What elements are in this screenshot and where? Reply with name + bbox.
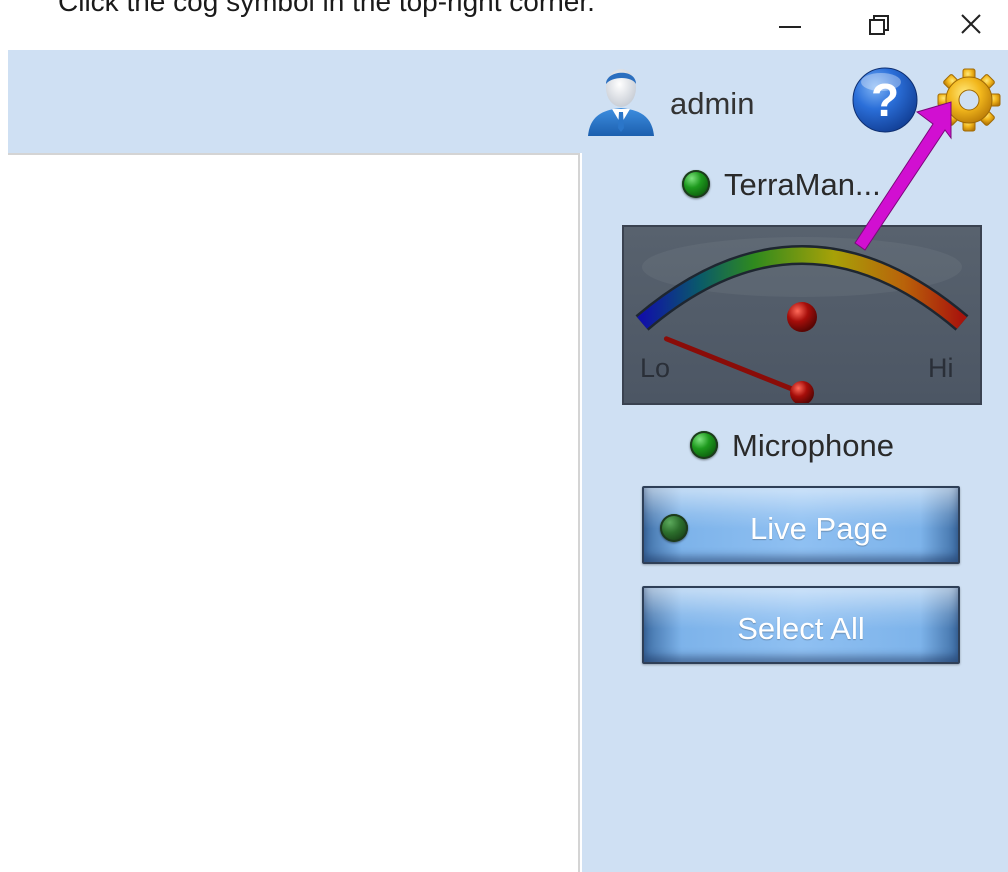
microphone-label: Microphone [732, 428, 894, 463]
app-header: admin ? [8, 50, 1008, 153]
help-icon: ? [852, 67, 918, 133]
live-page-label: Live Page [750, 511, 888, 546]
close-button[interactable] [951, 8, 991, 42]
restore-button[interactable] [860, 8, 900, 42]
content-panel [8, 153, 580, 872]
device-status-row: TerraMan... [682, 167, 982, 203]
device-name: TerraMan... [724, 167, 881, 202]
svg-text:?: ? [871, 74, 899, 126]
side-panel: TerraMan... Lo Hi Microphone Live Page S… [582, 153, 1008, 872]
restore-icon [869, 15, 889, 35]
level-meter: Lo Hi [622, 225, 982, 405]
meter-needle [663, 336, 805, 396]
gear-icon [937, 68, 1001, 132]
settings-button[interactable] [937, 64, 1001, 134]
user-avatar-icon [588, 69, 654, 136]
device-status-led-icon [682, 170, 710, 198]
user-name: admin [670, 86, 755, 121]
microphone-status-row: Microphone [690, 428, 990, 464]
help-button[interactable]: ? [851, 64, 919, 134]
user-account[interactable]: admin [586, 64, 786, 140]
meter-low-label: Lo [640, 353, 671, 383]
close-icon [961, 14, 981, 34]
select-all-label: Select All [737, 611, 865, 646]
select-all-button[interactable]: Select All [642, 586, 960, 664]
minimize-icon [779, 26, 801, 28]
minimize-button[interactable] [771, 8, 811, 42]
meter-gauge-icon [635, 237, 969, 403]
microphone-status-led-icon [690, 431, 718, 459]
live-page-button[interactable]: Live Page [642, 486, 960, 564]
instruction-text: Click the cog symbol in the top-right co… [58, 0, 595, 17]
meter-high-label: Hi [928, 353, 954, 383]
